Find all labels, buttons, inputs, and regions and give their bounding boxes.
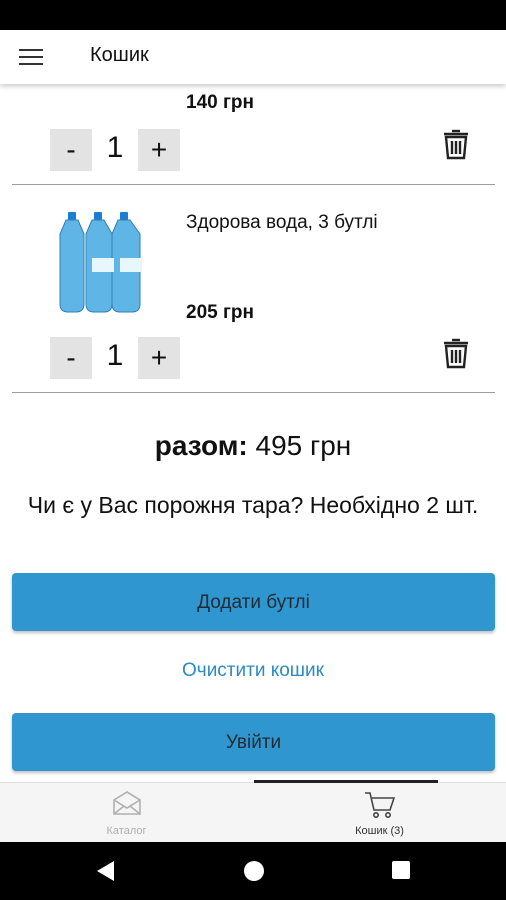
tab-cart[interactable]: Кошик (3) [253,783,506,843]
system-nav-bar [0,842,506,900]
cart-total: разом: 495 грн [0,430,506,462]
scroll-indicator [254,780,438,783]
quantity-value: 1 [106,339,124,372]
trash-icon[interactable] [442,336,470,370]
item-price: 205 грн [186,302,254,323]
clear-cart-link[interactable]: Очистити кошик [0,660,506,682]
home-icon[interactable] [242,859,266,883]
menu-icon[interactable] [16,44,46,70]
product-image [59,212,142,313]
increase-button[interactable]: + [138,129,180,171]
increase-button[interactable]: + [138,337,180,379]
total-value: 495 грн [255,430,352,461]
total-label: разом: [154,430,248,461]
page-title: Кошик [90,44,149,66]
add-bottles-button[interactable]: Додати бутлі [12,573,495,631]
bottom-tab-bar: Каталог Кошик (3) [0,782,506,843]
app-bar: Кошик [0,30,506,84]
divider [12,184,495,185]
tab-label: Кошик (3) [355,825,404,837]
back-icon[interactable] [94,859,116,883]
recent-apps-icon[interactable] [390,859,412,881]
quantity-value: 1 [106,131,124,164]
status-bar [0,0,506,30]
cart-icon [364,792,395,818]
cart-content[interactable]: 140 грн - 1 + Здорова вода, 3 бутлі 205 … [0,30,506,782]
quantity-stepper: - 1 + [50,337,182,379]
quantity-stepper: - 1 + [50,129,182,171]
tab-catalog[interactable]: Каталог [0,783,253,843]
item-name: Здорова вода, 3 бутлі [186,212,378,233]
trash-icon[interactable] [442,127,470,161]
envelope-icon [112,791,141,815]
item-price: 140 грн [186,92,254,113]
divider [12,392,495,393]
decrease-button[interactable]: - [50,337,92,379]
login-button[interactable]: Увійти [12,713,495,771]
tab-label: Каталог [106,825,147,837]
decrease-button[interactable]: - [50,129,92,171]
empty-bottles-note: Чи є у Вас порожня тара? Необхідно 2 шт. [27,492,479,518]
